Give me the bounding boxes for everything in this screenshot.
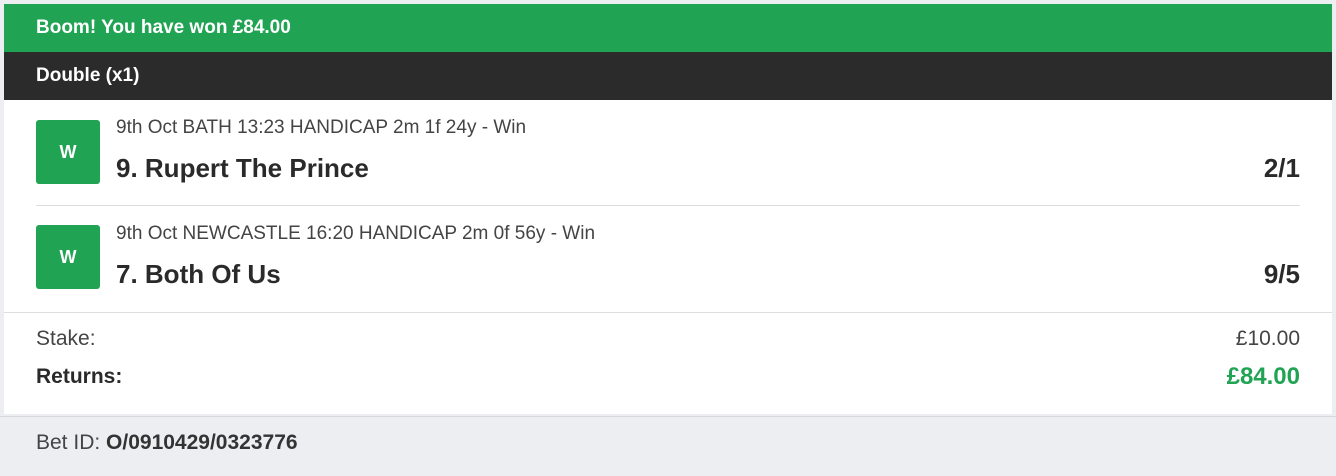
stake-label: Stake: bbox=[36, 327, 96, 350]
bet-receipt-card: Boom! You have won £84.00 Double (x1) W … bbox=[4, 4, 1332, 414]
selection-row: W 9th Oct BATH 13:23 HANDICAP 2m 1f 24y … bbox=[4, 100, 1332, 206]
win-message: Boom! You have won £84.00 bbox=[36, 17, 291, 38]
bet-totals: Stake: £10.00 Returns: £84.00 bbox=[4, 312, 1332, 414]
bet-type-header: Double (x1) bbox=[4, 52, 1332, 100]
returns-label: Returns: bbox=[36, 365, 123, 388]
win-banner: Boom! You have won £84.00 bbox=[4, 4, 1332, 52]
returns-row: Returns: £84.00 bbox=[36, 363, 1300, 397]
bet-id-value: O/0910429/0323776 bbox=[106, 431, 298, 454]
win-result-badge: W bbox=[36, 120, 100, 184]
selection-runner: 9. Rupert The Prince bbox=[116, 153, 369, 183]
returns-value: £84.00 bbox=[1226, 363, 1300, 390]
stake-value: £10.00 bbox=[1235, 327, 1300, 350]
selection-odds: 9/5 bbox=[1263, 259, 1300, 289]
bet-type-label: Double (x1) bbox=[36, 65, 140, 86]
win-result-badge: W bbox=[36, 225, 100, 289]
bet-footer: Bet ID: O/0910429/0323776 bbox=[0, 416, 1336, 476]
bet-id-label: Bet ID: bbox=[36, 431, 101, 454]
selection-event: 9th Oct BATH 13:23 HANDICAP 2m 1f 24y - … bbox=[116, 117, 527, 138]
bet-id: Bet ID: O/0910429/0323776 bbox=[36, 431, 298, 455]
selection-odds: 2/1 bbox=[1263, 153, 1300, 183]
stake-row: Stake: £10.00 bbox=[36, 327, 1300, 359]
selection-row: W 9th Oct NEWCASTLE 16:20 HANDICAP 2m 0f… bbox=[4, 206, 1332, 312]
selection-event: 9th Oct NEWCASTLE 16:20 HANDICAP 2m 0f 5… bbox=[116, 223, 596, 244]
selection-runner: 7. Both Of Us bbox=[116, 259, 281, 289]
